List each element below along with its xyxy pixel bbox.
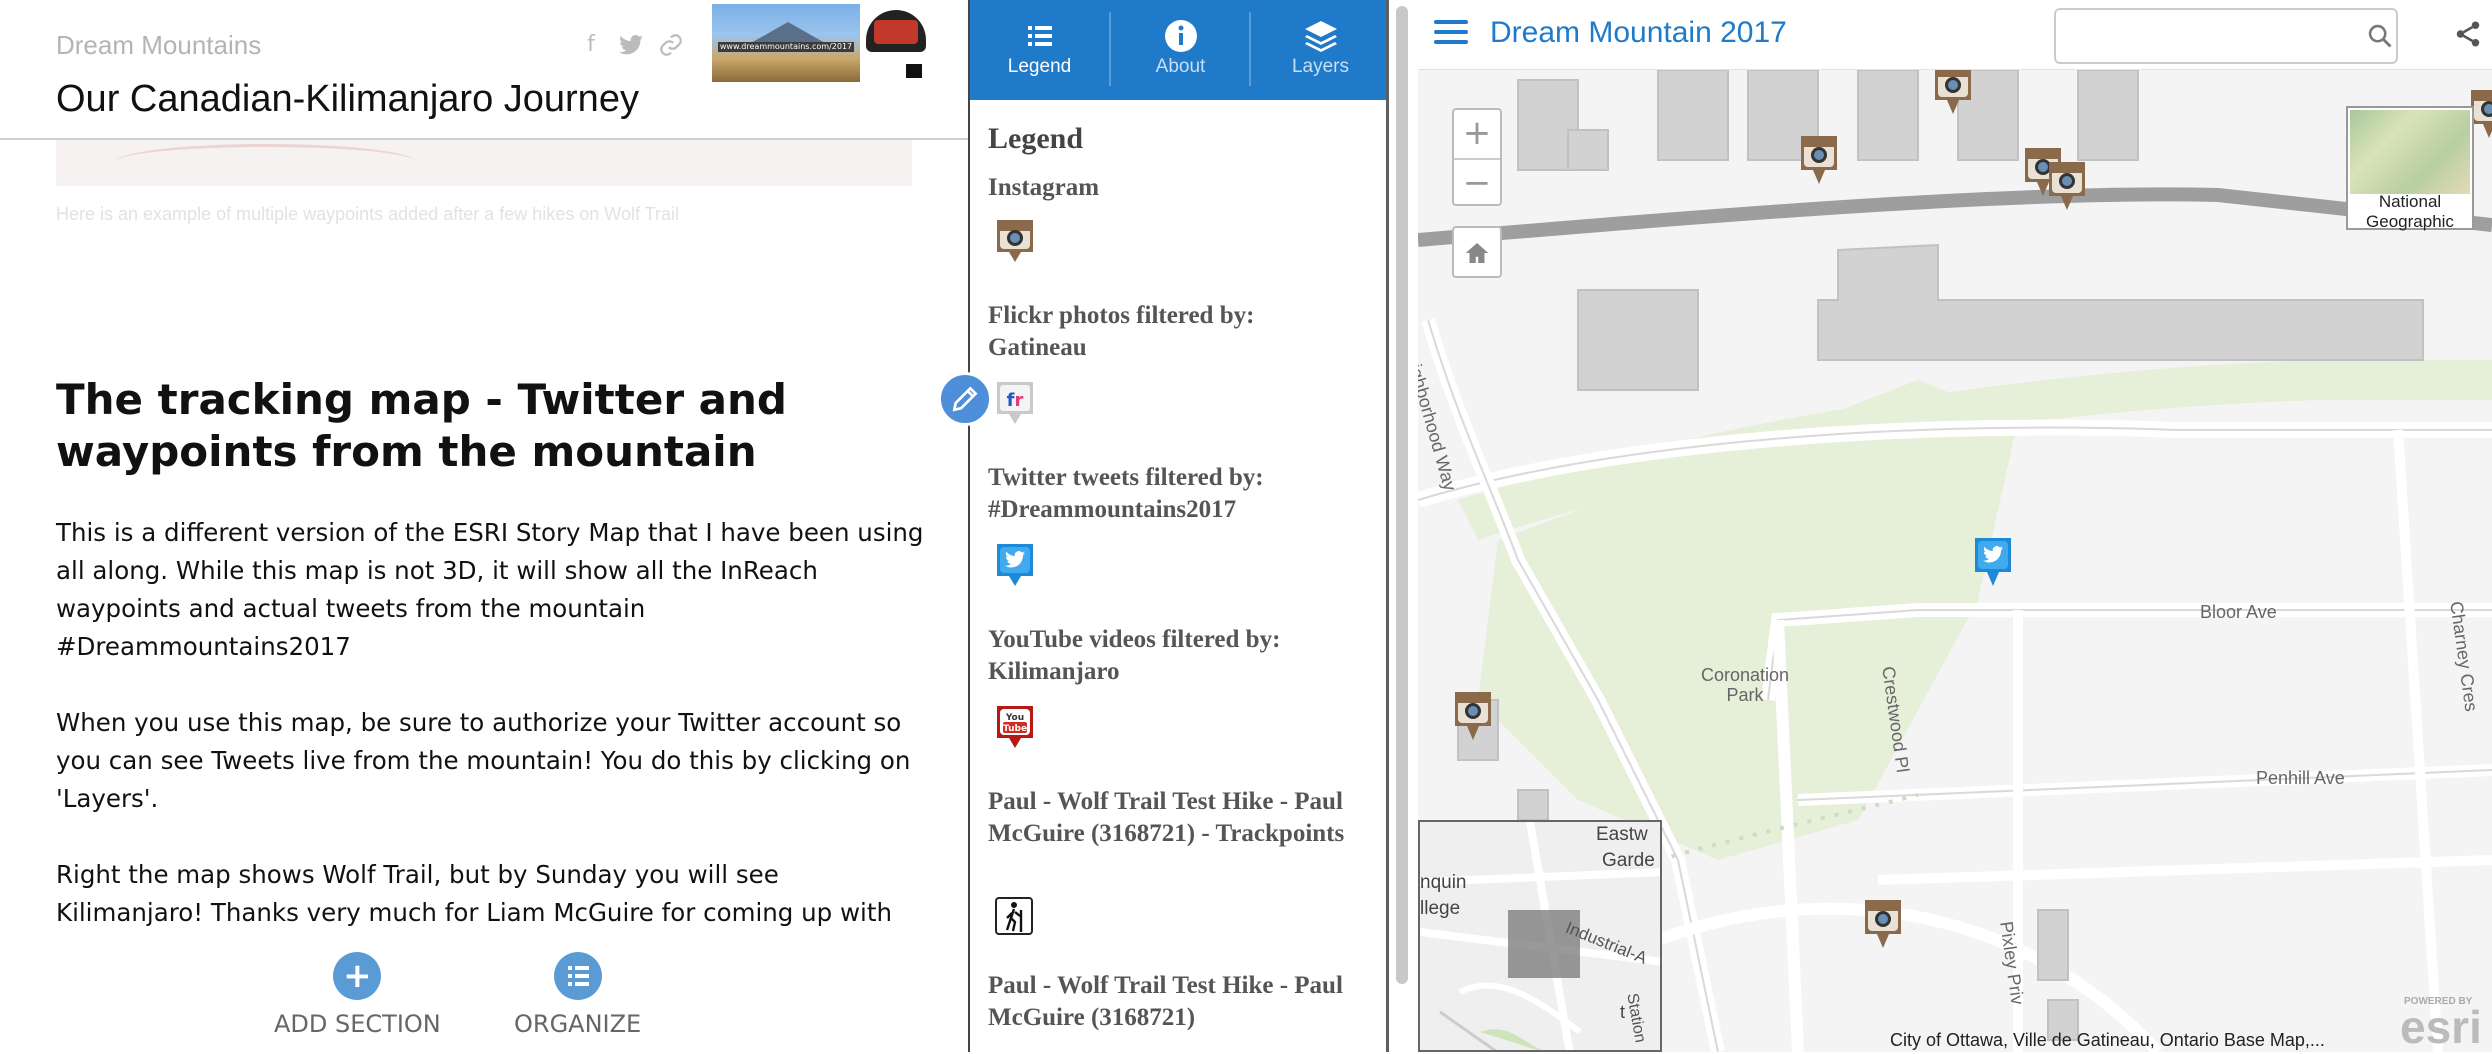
esri-logo-text: esri — [2400, 1001, 2482, 1053]
organize-button[interactable]: ORGANIZE — [514, 952, 641, 1038]
list-icon — [553, 952, 602, 1000]
legend-layer-label: Instagram — [988, 174, 1100, 201]
builder-toolbar: + ADD SECTION ORGANIZE — [0, 934, 968, 1052]
overview-label: Eastw — [1596, 824, 1648, 845]
panel-tabbar: Legend About Layers — [970, 0, 1388, 100]
home-icon — [1465, 243, 1489, 263]
map-attribution[interactable]: City of Ottawa, Ville de Gatineau, Ontar… — [1890, 1030, 2325, 1051]
svg-text:Tube: Tube — [1003, 724, 1027, 734]
paragraph: When you use this map, be sure to author… — [56, 708, 911, 813]
flickr-icon: fr — [994, 378, 1036, 424]
dream-mountains-logo[interactable] — [862, 6, 932, 82]
legend-layer-label: YouTube videos filtered by: Kilimanjaro — [988, 626, 1281, 685]
tab-about[interactable]: About — [1111, 0, 1250, 100]
legend-content: Legend Instagram Flickr photos filtered … — [988, 100, 1358, 1052]
previous-section-map-thumbnail — [56, 140, 912, 186]
twitter-icon[interactable] — [618, 32, 644, 58]
legend-scrollbar-thumb[interactable] — [1396, 6, 1408, 984]
street-label: Penhill Ave — [2256, 768, 2345, 788]
legend-layer-label: Paul - Wolf Trail Test Hike - Paul McGui… — [988, 788, 1345, 847]
tab-legend[interactable]: Legend — [970, 0, 1109, 100]
map-title: Dream Mountain 2017 — [1490, 16, 1787, 49]
basemap-toggle[interactable]: National Geographic — [2346, 106, 2474, 231]
facebook-icon[interactable]: f — [578, 32, 604, 58]
legend-layer-label: Flickr photos filtered by: Gatineau — [988, 302, 1255, 361]
share-icon[interactable] — [2448, 14, 2488, 54]
tab-about-label: About — [1155, 56, 1206, 77]
zoom-control: + − — [1452, 108, 1502, 206]
instagram-pin[interactable] — [1452, 688, 1494, 748]
story-title: Our Canadian-Kilimanjaro Journey — [56, 78, 639, 120]
section-body: This is a different version of the ESRI … — [56, 514, 928, 970]
paragraph: This is a different version of the ESRI … — [56, 518, 924, 661]
site-title[interactable]: Dream Mountains — [56, 30, 261, 61]
twitter-pin[interactable] — [1972, 534, 2014, 594]
street-label: Bloor Ave — [2200, 602, 2277, 622]
hamburger-menu-icon[interactable] — [1434, 20, 1468, 48]
park-label: Coronation Park — [1700, 665, 1790, 705]
layers-icon — [1303, 18, 1339, 54]
basemap-label: National Geographic — [2366, 192, 2454, 231]
twitter-bird-icon — [994, 540, 1036, 586]
hiker-icon — [994, 896, 1036, 938]
overview-map[interactable]: Eastw Garde nquin llege Industrial-A Sta… — [1418, 820, 1662, 1052]
overview-label: llege — [1420, 898, 1461, 919]
header-banner-image[interactable]: www.dreammountains.com/2017 — [712, 4, 860, 82]
legend-panel: Legend About Layers Legend Instagram Fli… — [970, 0, 1388, 1052]
map-divider — [1386, 0, 1389, 1052]
search-icon[interactable] — [2358, 10, 2402, 62]
share-icons: f — [578, 32, 684, 58]
add-section-button[interactable]: + ADD SECTION — [274, 952, 441, 1038]
tab-layers[interactable]: Layers — [1251, 0, 1390, 100]
instagram-camera-icon — [994, 216, 1036, 262]
instagram-pin[interactable] — [1798, 132, 1840, 192]
legend-layer-label: Paul - Wolf Trail Test Hike - Paul McGui… — [988, 972, 1343, 1031]
map-header: Dream Mountain 2017 — [1418, 0, 2492, 70]
story-panel: Dream Mountains f www.dreammountains.com… — [0, 0, 968, 1052]
overview-label: t — [1620, 1002, 1626, 1022]
previous-section-caption: Here is an example of multiple waypoints… — [56, 204, 679, 224]
info-icon — [1163, 18, 1199, 54]
link-icon[interactable] — [658, 32, 684, 58]
svg-text:You: You — [1005, 713, 1024, 723]
tab-legend-label: Legend — [1007, 56, 1072, 77]
edit-pencil-icon[interactable] — [938, 372, 992, 426]
home-button[interactable] — [1452, 226, 1502, 278]
overview-label: nquin — [1420, 872, 1467, 893]
legend-heading: Legend — [988, 122, 1084, 155]
plus-icon: + — [333, 952, 382, 1000]
zoom-out-button[interactable]: − — [1454, 160, 1500, 208]
instagram-pin[interactable] — [2046, 158, 2088, 218]
zoom-in-button[interactable]: + — [1454, 110, 1500, 158]
banner-url-text: www.dreammountains.com/2017 — [718, 42, 854, 52]
paragraph: Right the map shows Wolf Trail, but by S… — [56, 860, 892, 927]
esri-logo[interactable]: POWERED BY esri — [2398, 996, 2492, 1053]
instagram-pin[interactable] — [1862, 896, 1904, 956]
basemap-thumbnail-image — [2350, 110, 2470, 194]
section-heading: The tracking map - Twitter and waypoints… — [56, 375, 787, 476]
tab-layers-label: Layers — [1291, 56, 1350, 77]
add-section-label: ADD SECTION — [274, 1010, 441, 1038]
overview-label: Garde — [1602, 850, 1655, 871]
legend-layer-label: Twitter tweets filtered by: #Dreammounta… — [988, 464, 1264, 523]
search-input[interactable] — [2054, 8, 2398, 64]
list-icon — [1022, 18, 1058, 54]
organize-label: ORGANIZE — [514, 1010, 642, 1038]
svg-text:fr: fr — [1007, 390, 1024, 411]
youtube-icon: You Tube — [994, 702, 1036, 748]
instagram-pin[interactable] — [1932, 62, 1974, 122]
